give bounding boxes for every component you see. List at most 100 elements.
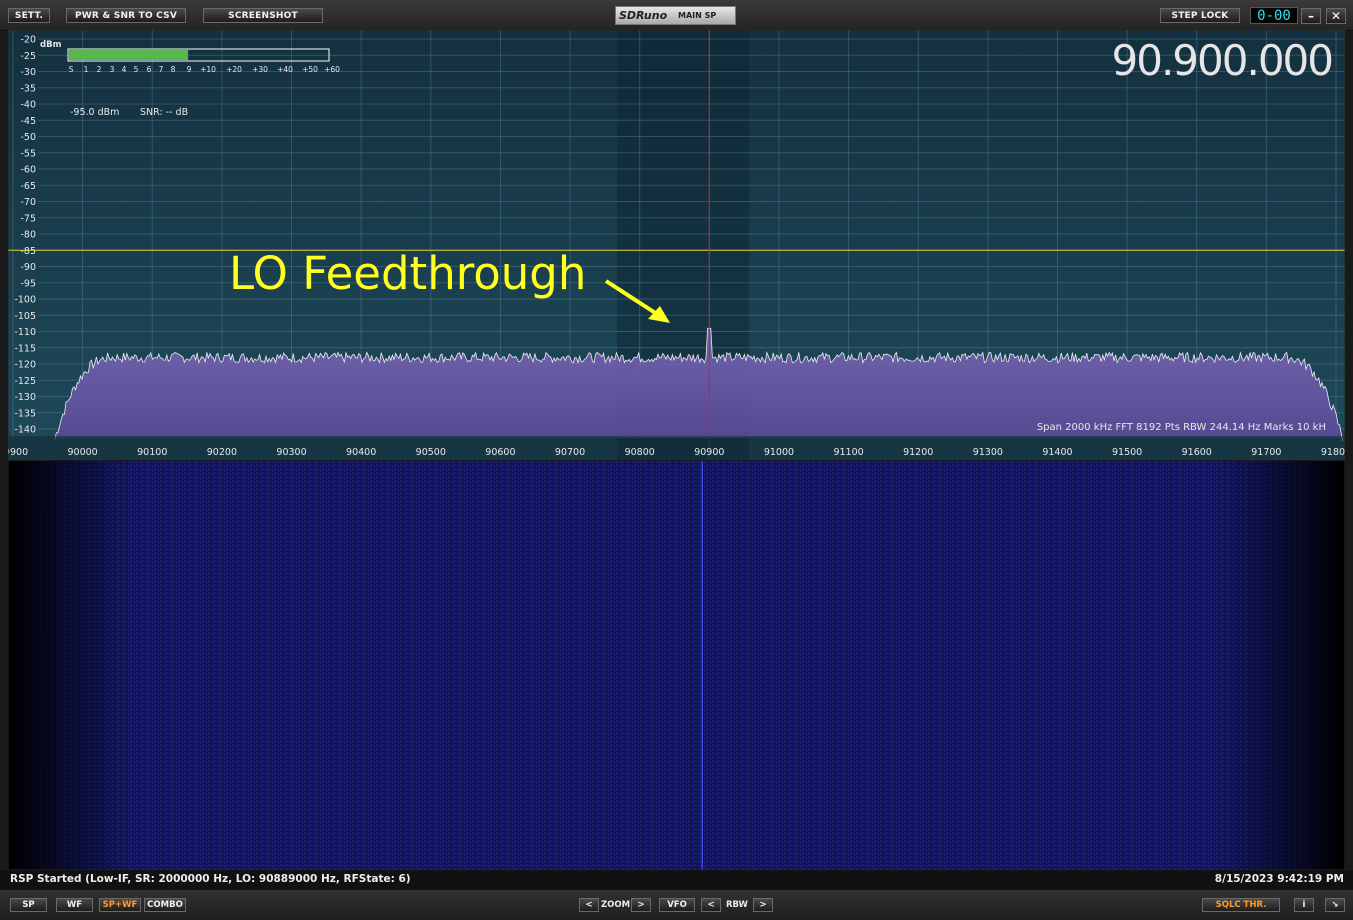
db-tick-label: -140 <box>14 425 36 436</box>
db-tick-label: -115 <box>14 343 36 354</box>
db-tick-label: -130 <box>14 392 36 403</box>
db-tick-label: -85 <box>20 246 36 257</box>
freq-tick-label: 89900 <box>8 447 28 458</box>
export-csv-button[interactable]: PWR & SNR TO CSV <box>66 8 186 23</box>
db-tick-label: -70 <box>20 197 36 208</box>
freq-tick-label: 91200 <box>903 447 933 458</box>
step-lock-button[interactable]: STEP LOCK <box>1160 8 1240 23</box>
sp-mode-button[interactable]: SP <box>10 898 47 912</box>
freq-tick-label: 91100 <box>833 447 863 458</box>
s-meter-tick: S <box>69 65 74 74</box>
app-logo: SDRuno MAIN SP <box>615 6 736 25</box>
s-meter-tick: +50 <box>302 65 318 74</box>
combo-mode-button[interactable]: COMBO <box>144 898 186 912</box>
zoom-out-button[interactable]: < <box>579 898 599 912</box>
freq-tick-label: 91600 <box>1182 447 1212 458</box>
db-tick-label: -120 <box>14 360 36 371</box>
freq-tick-label: 90900 <box>694 447 724 458</box>
frequency-readout[interactable]: 90.900.000 <box>1100 36 1334 85</box>
freq-tick-label: 90100 <box>137 447 167 458</box>
close-icon[interactable]: ✕ <box>1326 8 1346 24</box>
freq-tick-label: 90000 <box>68 447 98 458</box>
resize-icon[interactable]: ↘ <box>1325 898 1345 912</box>
spectrum-display[interactable]: -20 -25 -30 -35 -40 -45 -50 -55 -60 -65 -70 -75 -80 -… <box>8 30 1345 870</box>
freq-tick-label: 90500 <box>416 447 446 458</box>
db-tick-label: -40 <box>20 100 36 111</box>
settings-button[interactable]: SETT. <box>8 8 50 23</box>
s-meter-tick: 3 <box>110 65 115 74</box>
s-meter-tick: +30 <box>252 65 268 74</box>
annotation-label: LO Feedthrough <box>229 247 586 300</box>
step-counter: 0-00 <box>1250 7 1298 24</box>
s-meter-tick: 7 <box>159 65 164 74</box>
db-tick-label: -110 <box>14 327 36 338</box>
vfo-button[interactable]: VFO <box>659 898 695 912</box>
zoom-label: ZOOM <box>601 900 631 910</box>
dbm-unit-label: dBm <box>40 40 62 50</box>
panel-name: MAIN SP <box>678 11 717 20</box>
db-tick-label: -35 <box>20 83 36 94</box>
status-message: RSP Started (Low-IF, SR: 2000000 Hz, LO:… <box>10 873 411 885</box>
s-meter-tick: 2 <box>97 65 102 74</box>
freq-tick-label: 91000 <box>764 447 794 458</box>
db-tick-label: -30 <box>20 67 36 78</box>
freq-tick-label: 91400 <box>1042 447 1072 458</box>
db-tick-label: -90 <box>20 262 36 273</box>
s-meter-tick: +20 <box>226 65 242 74</box>
screenshot-button[interactable]: SCREENSHOT <box>203 8 323 23</box>
waterfall[interactable] <box>8 461 1345 870</box>
db-tick-label: -20 <box>20 35 36 46</box>
db-tick-label: -65 <box>20 181 36 192</box>
waterfall-right-rolloff <box>1218 461 1345 870</box>
db-tick-label: -100 <box>14 295 36 306</box>
db-tick-label: -135 <box>14 408 36 419</box>
s-meter-tick: 5 <box>134 65 139 74</box>
s-meter-tick: +40 <box>277 65 293 74</box>
sp-wf-mode-button[interactable]: SP+WF <box>99 898 141 912</box>
db-tick-label: -75 <box>20 213 36 224</box>
s-meter-tick: 8 <box>171 65 176 74</box>
db-tick-label: -125 <box>14 376 36 387</box>
freq-tick-label: 90400 <box>346 447 376 458</box>
s-meter-bar <box>69 50 189 60</box>
freq-tick-label: 90200 <box>207 447 237 458</box>
squelch-threshold-button[interactable]: SQLC THR. <box>1202 898 1280 912</box>
db-tick-label: -45 <box>20 116 36 127</box>
db-tick-label: -25 <box>20 51 36 62</box>
wf-mode-button[interactable]: WF <box>56 898 93 912</box>
s-meter-tick: 9 <box>187 65 192 74</box>
power-level-readout: -95.0 dBm <box>70 107 119 118</box>
freq-tick-label: 90600 <box>485 447 515 458</box>
app-name: SDRuno <box>619 9 668 22</box>
freq-tick-label: 91500 <box>1112 447 1142 458</box>
status-bar: RSP Started (Low-IF, SR: 2000000 Hz, LO:… <box>0 870 1353 890</box>
freq-tick-label: 90300 <box>276 447 306 458</box>
freq-tick-label: 91800 <box>1321 447 1345 458</box>
title-bar: SETT. PWR & SNR TO CSV SCREENSHOT SDRuno… <box>0 0 1353 31</box>
freq-tick-label: 90700 <box>555 447 585 458</box>
info-icon[interactable]: i <box>1294 898 1314 912</box>
s-meter-tick: 6 <box>147 65 152 74</box>
s-meter-tick: +10 <box>200 65 216 74</box>
db-tick-label: -95 <box>20 278 36 289</box>
db-tick-label: -55 <box>20 148 36 159</box>
s-meter-tick: +60 <box>324 65 340 74</box>
rbw-down-button[interactable]: < <box>701 898 721 912</box>
bottom-toolbar: SP WF SP+WF COMBO < ZOOM > VFO < RBW > S… <box>0 890 1353 920</box>
spectrum-info: Span 2000 kHz FFT 8192 Pts RBW 244.14 Hz… <box>1037 422 1326 433</box>
freq-tick-label: 91300 <box>973 447 1003 458</box>
rbw-up-button[interactable]: > <box>753 898 773 912</box>
db-tick-label: -50 <box>20 132 36 143</box>
minimize-icon[interactable]: – <box>1301 8 1321 24</box>
rbw-label: RBW <box>726 900 748 910</box>
s-meter-tick: 1 <box>84 65 89 74</box>
freq-tick-label: 91700 <box>1251 447 1281 458</box>
s-meter-tick: 4 <box>122 65 127 74</box>
freq-tick-label: 90800 <box>625 447 655 458</box>
waterfall-left-rolloff <box>8 461 133 870</box>
status-datetime: 8/15/2023 9:42:19 PM <box>1214 873 1344 885</box>
db-tick-label: -60 <box>20 165 36 176</box>
db-tick-label: -80 <box>20 230 36 241</box>
zoom-in-button[interactable]: > <box>631 898 651 912</box>
snr-readout: SNR: -- dB <box>140 107 188 118</box>
